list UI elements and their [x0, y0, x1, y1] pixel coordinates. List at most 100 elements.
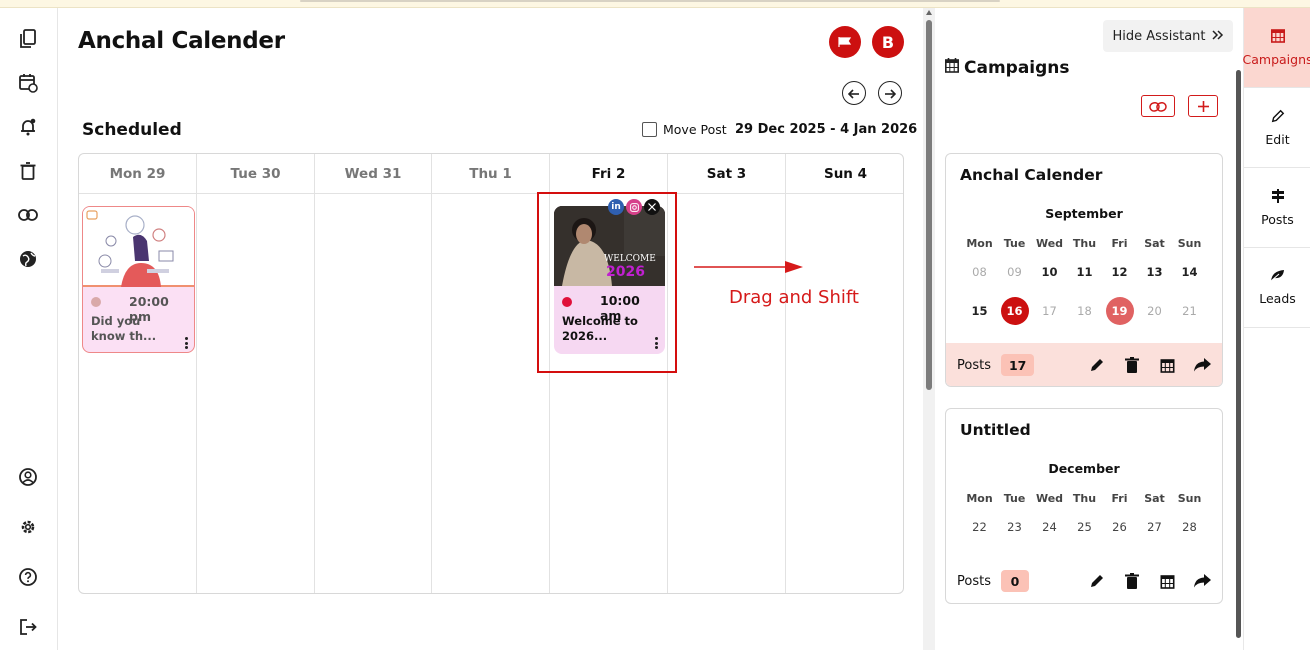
- day-cell[interactable]: 10: [1032, 259, 1067, 285]
- assistant-tabs: Campaigns Edit Posts Leads: [1243, 8, 1310, 650]
- day-cell[interactable]: 21: [1172, 298, 1207, 324]
- post-thumbnail: [83, 207, 194, 287]
- day-cell[interactable]: 11: [1067, 259, 1102, 285]
- trash-icon[interactable]: [17, 160, 39, 182]
- day-header: Sat 3: [668, 154, 785, 194]
- share-icon[interactable]: [1192, 571, 1212, 591]
- gear-icon[interactable]: [17, 516, 39, 538]
- day-cell[interactable]: 09: [997, 259, 1032, 285]
- day-column-thu[interactable]: Thu 1: [432, 154, 550, 593]
- trash-icon[interactable]: [1122, 355, 1142, 375]
- post-text: Did you know th...: [91, 314, 157, 343]
- trash-icon[interactable]: [1122, 571, 1142, 591]
- double-chevron-right-icon: [1211, 29, 1224, 44]
- brand-button[interactable]: [829, 26, 861, 58]
- pages-icon[interactable]: [17, 28, 39, 50]
- day-column-tue[interactable]: Tue 30: [197, 154, 315, 593]
- plus-icon: [1197, 97, 1209, 116]
- pencil-icon: [1271, 109, 1285, 126]
- more-options-icon[interactable]: [184, 337, 188, 349]
- day-cell[interactable]: 08: [962, 259, 997, 285]
- day-cell[interactable]: 25: [1067, 514, 1102, 540]
- day-cell[interactable]: 20: [1137, 298, 1172, 324]
- logout-icon[interactable]: [17, 616, 39, 638]
- day-header: Wed 31: [315, 154, 431, 194]
- calendar-icon[interactable]: [1157, 571, 1177, 591]
- move-post-checkbox[interactable]: [642, 122, 657, 137]
- link-icon[interactable]: [17, 204, 39, 226]
- top-notification-strip: [0, 0, 1310, 8]
- calendar-clock-icon[interactable]: [17, 72, 39, 94]
- weekday-row: Mon Tue Wed Thu Fri Sat Sun: [966, 237, 1202, 250]
- weekday-row: Mon Tue Wed Thu Fri Sat Sun: [966, 492, 1202, 505]
- scheduled-heading: Scheduled: [82, 120, 182, 140]
- day-cell[interactable]: 24: [1032, 514, 1067, 540]
- posts-label: Posts: [957, 357, 991, 373]
- scrollbar-thumb[interactable]: [926, 20, 932, 390]
- link-campaign-button[interactable]: [1141, 95, 1175, 117]
- share-icon[interactable]: [1192, 355, 1212, 375]
- campaigns-heading: Campaigns: [945, 58, 1070, 78]
- next-week-button[interactable]: [878, 81, 902, 105]
- highlight-box: [537, 192, 677, 373]
- day-cell-highlighted[interactable]: 19: [1102, 297, 1137, 325]
- drag-and-shift-label: Drag and Shift: [729, 287, 859, 308]
- pencil-icon[interactable]: [1087, 571, 1107, 591]
- leaf-icon: [1270, 269, 1285, 285]
- pencil-icon[interactable]: [1087, 355, 1107, 375]
- campaign-card[interactable]: Anchal Calender September Mon Tue Wed Thu Fr…: [945, 153, 1223, 387]
- tab-posts[interactable]: Posts: [1244, 168, 1310, 248]
- tab-label: Leads: [1259, 291, 1296, 306]
- tab-campaigns[interactable]: Campaigns: [1243, 8, 1310, 88]
- day-cell[interactable]: 23: [997, 514, 1032, 540]
- day-cell[interactable]: 28: [1172, 514, 1207, 540]
- campaign-footer: Posts 17: [946, 343, 1222, 386]
- posts-count-badge: 0: [1000, 570, 1029, 592]
- calendar-icon: [1270, 28, 1285, 46]
- day-cell[interactable]: 18: [1067, 298, 1102, 324]
- day-cell[interactable]: 26: [1102, 514, 1137, 540]
- prev-week-button[interactable]: [842, 81, 866, 105]
- day-cell[interactable]: 27: [1137, 514, 1172, 540]
- tab-leads[interactable]: Leads: [1244, 248, 1310, 328]
- move-post-toggle[interactable]: Move Post: [642, 122, 727, 137]
- help-icon[interactable]: [17, 566, 39, 588]
- day-header: Thu 1: [432, 154, 549, 194]
- day-column-wed[interactable]: Wed 31: [315, 154, 432, 593]
- globe-icon[interactable]: [17, 248, 39, 270]
- hide-assistant-button[interactable]: Hide Assistant: [1103, 20, 1233, 52]
- day-cell[interactable]: 17: [1032, 298, 1067, 324]
- day-cell[interactable]: 14: [1172, 259, 1207, 285]
- day-cell[interactable]: 22: [962, 514, 997, 540]
- tab-edit[interactable]: Edit: [1244, 88, 1310, 168]
- week-row: 15 16 17 18 19 20 21: [962, 297, 1207, 325]
- day-column-sun[interactable]: Sun 4: [786, 154, 903, 593]
- campaign-card[interactable]: Untitled December Mon Tue Wed Thu Fri Sat Sun …: [945, 408, 1223, 604]
- main-scrollbar[interactable]: [923, 8, 935, 650]
- campaign-title: Anchal Calender: [960, 166, 1103, 184]
- calendar-icon: [945, 58, 959, 78]
- bell-icon[interactable]: [17, 116, 39, 138]
- move-post-label: Move Post: [663, 122, 727, 137]
- tab-label: Edit: [1265, 131, 1290, 147]
- scrollbar-thumb[interactable]: [1236, 70, 1241, 638]
- arrow-right-icon: [694, 261, 803, 273]
- profile-icon[interactable]: [17, 466, 39, 488]
- campaigns-title: Campaigns: [964, 58, 1070, 78]
- day-header: Fri 2: [550, 154, 667, 194]
- day-cell[interactable]: 15: [962, 298, 997, 324]
- day-header: Sun 4: [786, 154, 903, 194]
- calendar-icon[interactable]: [1157, 355, 1177, 375]
- avatar[interactable]: B: [872, 26, 904, 58]
- week-row: 08 09 10 11 12 13 14: [962, 259, 1207, 285]
- panel-scrollbar[interactable]: [1235, 60, 1242, 640]
- day-cell[interactable]: 13: [1137, 259, 1172, 285]
- signpost-icon: [1271, 188, 1285, 206]
- day-cell-selected[interactable]: 16: [997, 297, 1032, 325]
- post-card[interactable]: 20:00 pm Did you know th...: [82, 206, 195, 353]
- add-campaign-button[interactable]: [1188, 95, 1218, 117]
- day-cell[interactable]: 12: [1102, 259, 1137, 285]
- date-range: 29 Dec 2025 - 4 Jan 2026: [735, 122, 918, 137]
- campaign-footer: Posts 0: [946, 559, 1222, 603]
- day-column-sat[interactable]: Sat 3: [668, 154, 786, 593]
